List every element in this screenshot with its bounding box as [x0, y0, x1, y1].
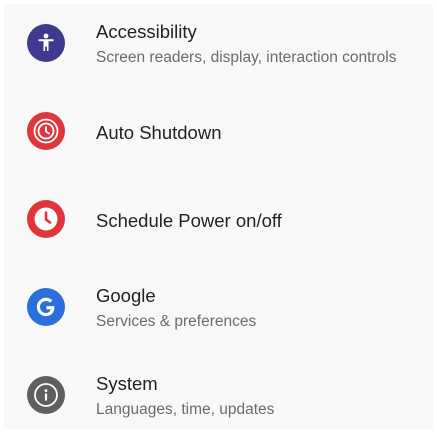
- settings-item-title: Schedule Power on/off: [96, 210, 282, 231]
- info-icon: [27, 376, 65, 414]
- settings-item-subtitle: Services & preferences: [96, 313, 257, 330]
- auto-shutdown-clock-icon: [27, 112, 65, 150]
- settings-item-subtitle: Languages, time, updates: [96, 401, 275, 418]
- settings-item-auto-shutdown[interactable]: Auto Shutdown: [4, 92, 433, 172]
- settings-item-subtitle: Screen readers, display, interaction con…: [96, 49, 397, 66]
- settings-item-title: Auto Shutdown: [96, 122, 222, 143]
- settings-item-title: Google: [96, 285, 156, 306]
- settings-item-accessibility[interactable]: Accessibility Screen readers, display, i…: [4, 4, 433, 84]
- accessibility-icon: [27, 24, 65, 62]
- settings-item-system[interactable]: System Languages, time, updates: [4, 356, 433, 429]
- schedule-clock-icon: [27, 200, 65, 238]
- settings-list: Accessibility Screen readers, display, i…: [4, 4, 433, 429]
- settings-item-title: Accessibility: [96, 21, 197, 42]
- settings-item-title: System: [96, 373, 158, 394]
- settings-item-google[interactable]: Google Services & preferences: [4, 268, 433, 348]
- settings-item-schedule-power[interactable]: Schedule Power on/off: [4, 180, 433, 260]
- google-icon: [27, 288, 65, 326]
